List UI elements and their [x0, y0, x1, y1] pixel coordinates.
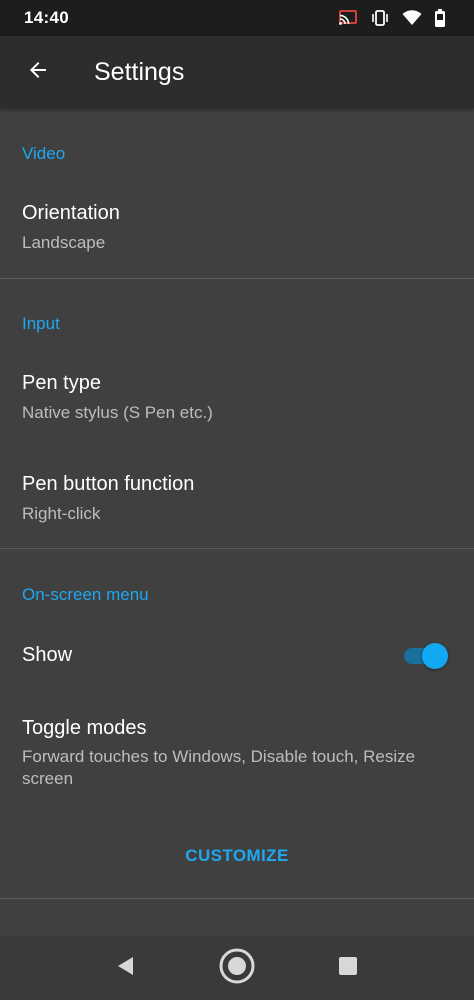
- divider: [0, 548, 474, 549]
- settings-list[interactable]: Video Orientation Landscape Input Pen ty…: [0, 108, 474, 936]
- nav-home-button[interactable]: [213, 944, 261, 992]
- arrow-back-icon: [26, 58, 50, 87]
- setting-pen-button-function[interactable]: Pen button function Right-click: [0, 452, 474, 548]
- back-triangle-icon: [115, 955, 137, 982]
- wifi-icon: [402, 10, 422, 26]
- divider: [0, 278, 474, 279]
- section-header-on-screen-menu: On-screen menu: [22, 585, 149, 604]
- setting-toggle-modes-summary: Forward touches to Windows, Disable touc…: [22, 747, 416, 788]
- nav-back-button[interactable]: [102, 944, 150, 992]
- setting-toggle-modes-title: Toggle modes: [22, 717, 147, 739]
- cast-icon: [338, 10, 358, 26]
- setting-toggle-modes[interactable]: Toggle modes Forward touches to Windows,…: [0, 698, 474, 808]
- status-bar: 14:40: [0, 0, 474, 36]
- page-title: Settings: [94, 57, 185, 86]
- setting-pen-type[interactable]: Pen type Native stylus (S Pen etc.): [0, 352, 474, 452]
- app-bar: Settings: [0, 36, 474, 108]
- setting-show-menu[interactable]: Show: [0, 624, 474, 688]
- setting-pen-type-title: Pen type: [22, 372, 101, 394]
- recents-square-icon: [338, 956, 358, 981]
- setting-orientation-summary: Landscape: [22, 233, 106, 252]
- section-header-input: Input: [22, 314, 60, 333]
- nav-recents-button[interactable]: [324, 944, 372, 992]
- back-button[interactable]: [18, 52, 58, 92]
- setting-orientation-title: Orientation: [22, 202, 120, 224]
- status-time: 14:40: [24, 8, 69, 27]
- vibrate-icon: [370, 10, 390, 26]
- home-circle-icon: [217, 946, 257, 991]
- divider: [0, 898, 474, 899]
- customize-button[interactable]: CUSTOMIZE: [0, 846, 474, 866]
- show-menu-toggle[interactable]: [404, 641, 448, 669]
- setting-pen-button-summary: Right-click: [22, 504, 101, 523]
- setting-orientation[interactable]: Orientation Landscape: [0, 182, 474, 278]
- system-nav-bar: [0, 936, 474, 1000]
- section-header-video: Video: [22, 144, 66, 163]
- status-icons: [338, 9, 446, 27]
- setting-show-title: Show: [22, 644, 73, 666]
- toggle-thumb: [422, 643, 448, 669]
- battery-icon: [434, 9, 446, 27]
- setting-pen-button-title: Pen button function: [22, 473, 195, 495]
- setting-pen-type-summary: Native stylus (S Pen etc.): [22, 403, 213, 422]
